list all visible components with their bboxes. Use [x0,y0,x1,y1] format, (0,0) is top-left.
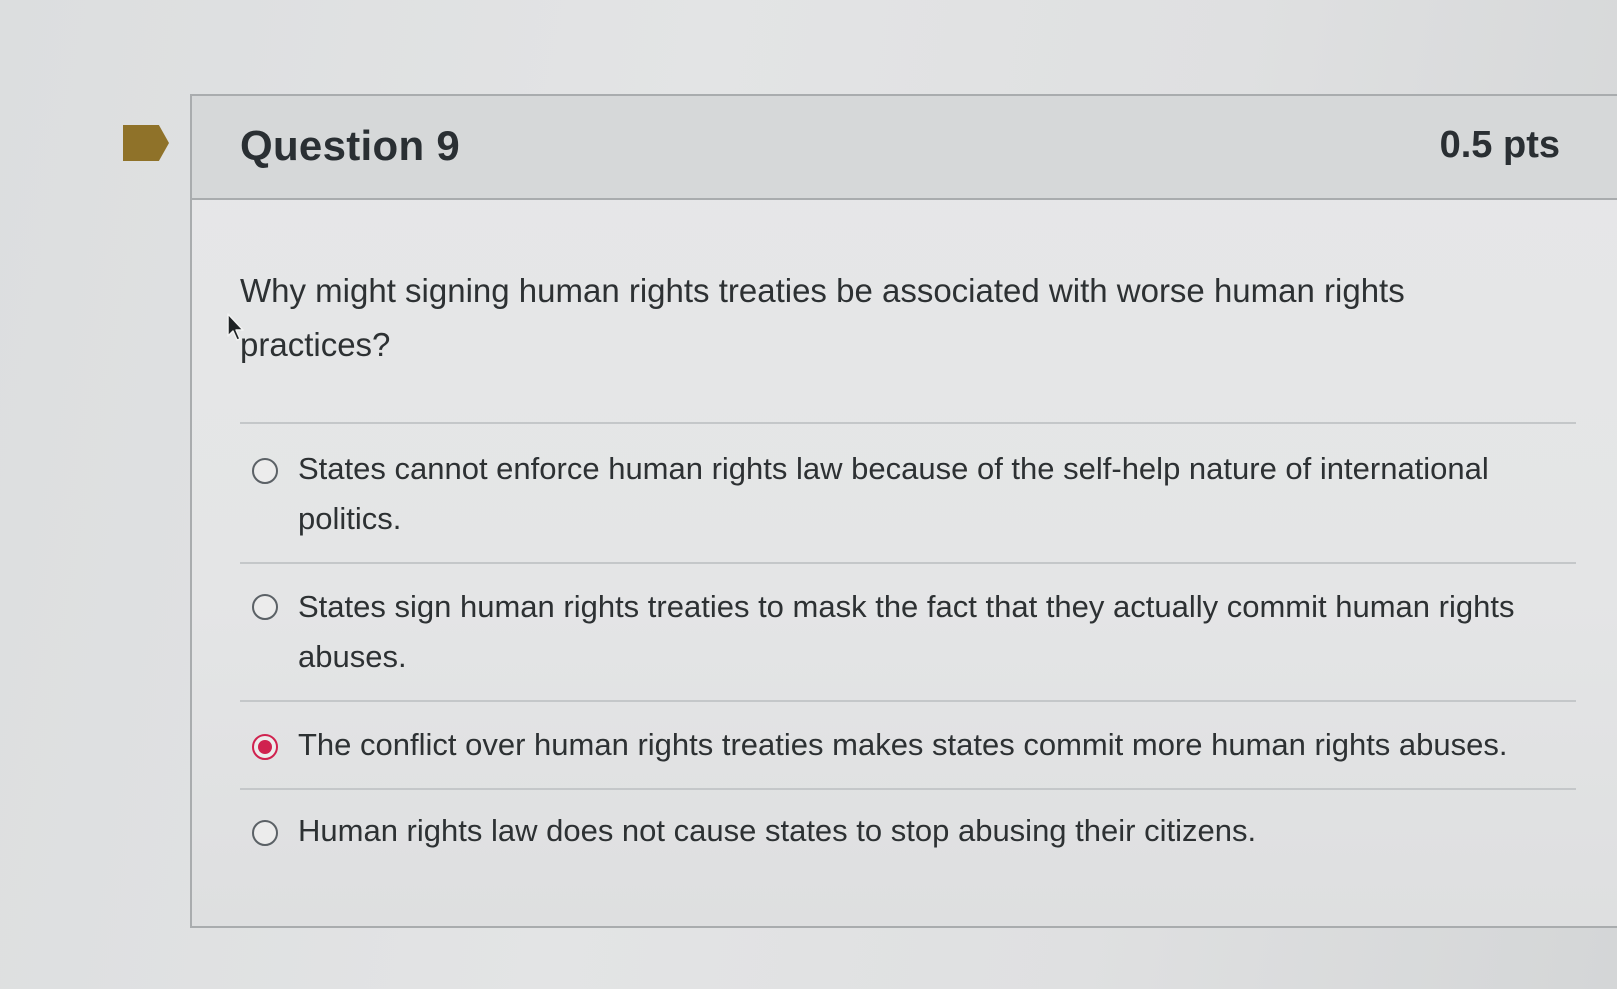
answer-option-1[interactable]: States cannot enforce human rights law b… [240,422,1576,562]
answer-label[interactable]: States cannot enforce human rights law b… [298,444,1548,544]
question-text: Why might signing human rights treaties … [240,272,1405,363]
question-title: Question 9 [240,122,461,169]
radio-button[interactable] [252,820,278,846]
answer-label[interactable]: Human rights law does not cause states t… [298,806,1548,856]
question-points: 0.5 pts [1439,124,1560,166]
answer-option-4[interactable]: Human rights law does not cause states t… [240,788,1576,898]
radio-button[interactable] [252,458,278,484]
radio-button[interactable] [252,594,278,620]
answer-option-3[interactable]: The conflict over human rights treaties … [240,700,1576,788]
screen: Question 9 0.5 pts Why might signing hum… [0,0,1617,989]
question-header: Question 9 0.5 pts [192,96,1617,200]
radio-button-selected[interactable] [252,734,278,760]
answer-label[interactable]: States sign human rights treaties to mas… [298,582,1548,682]
mouse-cursor-icon [227,313,244,341]
question-card: Question 9 0.5 pts Why might signing hum… [190,94,1617,928]
flag-question-icon[interactable] [123,125,169,161]
answer-label[interactable]: The conflict over human rights treaties … [298,720,1548,770]
answer-list: States cannot enforce human rights law b… [240,422,1576,898]
answer-option-2[interactable]: States sign human rights treaties to mas… [240,562,1576,700]
